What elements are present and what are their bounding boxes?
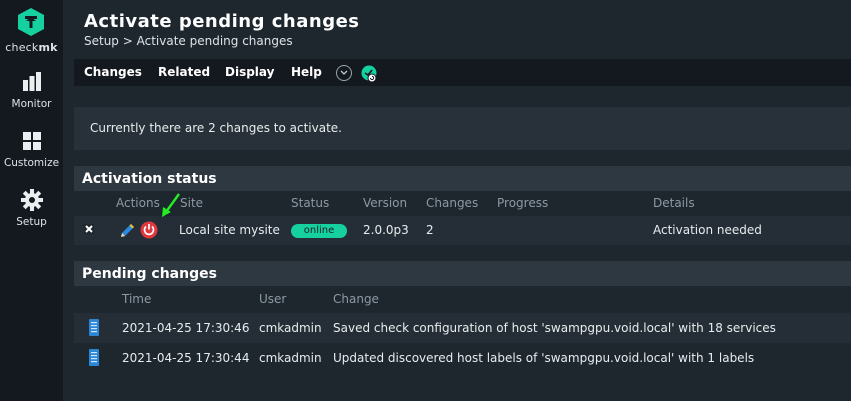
change-user: cmkadmin: [259, 351, 322, 365]
sidebar-item-label: Setup: [16, 216, 47, 228]
close-icon[interactable]: [83, 223, 95, 235]
activate-changes-button[interactable]: [360, 65, 378, 83]
menu-display[interactable]: Display: [225, 65, 274, 79]
column-header-details: Details: [653, 196, 695, 210]
menu-changes[interactable]: Changes: [84, 65, 142, 79]
site-name: Local site mysite: [179, 223, 280, 237]
column-header-version: Version: [363, 196, 408, 210]
column-header-changes: Changes: [426, 196, 479, 210]
site-details: Activation needed: [653, 223, 762, 237]
sidebar: checkmk Monitor Customize Setup: [0, 0, 63, 401]
reload-icon[interactable]: [140, 221, 158, 239]
panel-header: Activation status: [74, 166, 851, 191]
panel-title: Pending changes: [82, 266, 217, 282]
change-time: 2021-04-25 17:30:44: [122, 351, 250, 365]
column-header-time: Time: [122, 292, 152, 306]
server-icon: [89, 319, 99, 336]
pending-changes-table: Time User Change 2021-04-25 17:30:46 cmk…: [74, 286, 851, 375]
column-header-user: User: [259, 292, 287, 306]
pending-changes-panel: Pending changes Time User Change 2021-04…: [74, 261, 851, 375]
change-text: Saved check configuration of host 'swamp…: [333, 321, 776, 335]
gear-icon: [20, 189, 43, 211]
green-arrow-icon: [162, 193, 180, 217]
logo-text: checkmk: [5, 41, 58, 54]
panel-header: Pending changes: [74, 261, 851, 286]
page-title: Activate pending changes: [84, 11, 360, 32]
chevron-down-icon: [340, 70, 348, 75]
table-row: 2021-04-25 17:30:44 cmkadmin Updated dis…: [74, 343, 851, 373]
sidebar-item-setup[interactable]: Setup: [0, 189, 63, 228]
menubar: Changes Related Display Help: [74, 59, 851, 86]
menu-related[interactable]: Related: [158, 65, 210, 79]
table-row: Local site mysite online 2.0.0p3 2 Activ…: [74, 193, 851, 245]
grid-icon: [22, 132, 41, 150]
status-badge: online: [291, 224, 347, 238]
show-more-toggle[interactable]: [336, 65, 352, 81]
site-changes: 2: [426, 223, 434, 237]
edit-icon[interactable]: [118, 222, 136, 240]
column-header-progress: Progress: [497, 196, 549, 210]
sidebar-item-label: Monitor: [11, 98, 52, 110]
column-header-site: Site: [180, 196, 204, 210]
sidebar-item-monitor[interactable]: Monitor: [0, 71, 63, 110]
breadcrumb[interactable]: Setup > Activate pending changes: [84, 34, 293, 48]
column-header-actions: Actions: [116, 196, 160, 210]
checkmk-logo-icon[interactable]: [18, 8, 44, 36]
change-user: cmkadmin: [259, 321, 322, 335]
sidebar-item-customize[interactable]: Customize: [0, 130, 63, 169]
table-row: 2021-04-25 17:30:46 cmkadmin Saved check…: [74, 313, 851, 343]
activation-status-panel: Activation status Actions Site Status Ve…: [74, 166, 851, 245]
server-icon: [89, 349, 99, 366]
site-version: 2.0.0p3: [363, 223, 409, 237]
column-header-change: Change: [333, 292, 379, 306]
bar-chart-icon: [22, 72, 41, 91]
column-header-status: Status: [291, 196, 330, 210]
menu-help[interactable]: Help: [291, 65, 322, 79]
panel-title: Activation status: [82, 171, 217, 187]
sidebar-item-label: Customize: [3, 157, 60, 169]
change-time: 2021-04-25 17:30:46: [122, 321, 250, 335]
activation-status-table: Actions Site Status Version Changes Prog…: [74, 191, 851, 245]
change-text: Updated discovered host labels of 'swamp…: [333, 351, 755, 365]
info-message: Currently there are 2 changes to activat…: [90, 121, 342, 135]
info-message-box: Currently there are 2 changes to activat…: [74, 107, 851, 150]
